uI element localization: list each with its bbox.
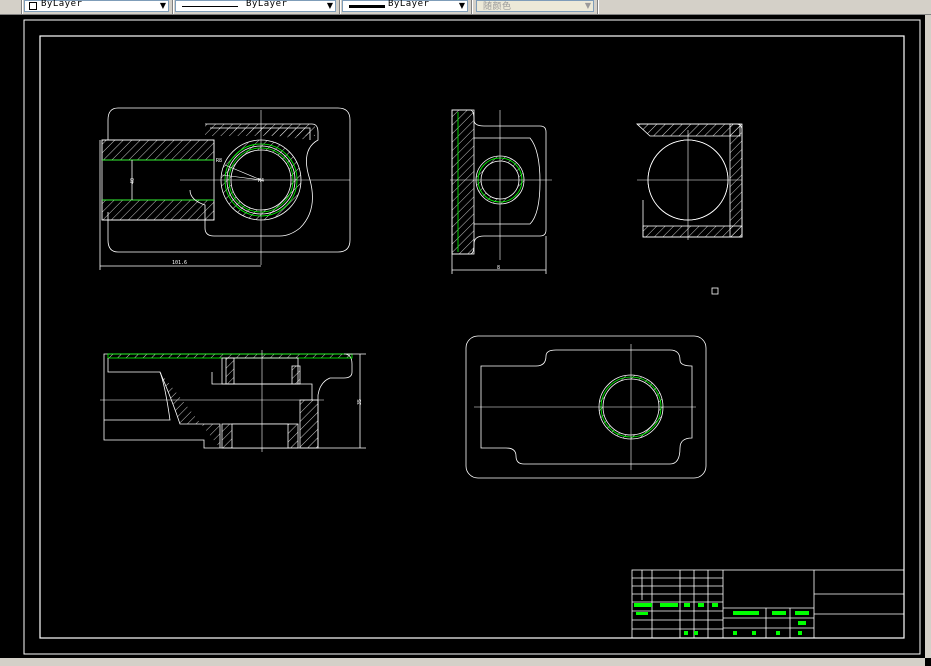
- color-swatch-icon: [29, 2, 37, 10]
- view-side: [450, 109, 552, 274]
- dim-side-width: 8: [497, 265, 500, 271]
- plotstyle-combo: 随颜色 ▼: [476, 0, 594, 12]
- linetype-combo[interactable]: ByLayer ▼: [175, 0, 336, 12]
- toolbar-separator: [172, 0, 174, 14]
- layer-color-combo[interactable]: ByLayer ▼: [24, 0, 169, 12]
- dim-radius-1: R8: [216, 158, 222, 164]
- chevron-down-icon: ▼: [584, 1, 591, 10]
- linetype-value: ByLayer: [246, 0, 288, 9]
- view-plan: [465, 335, 707, 479]
- plotstyle-value: 随颜色: [483, 2, 512, 12]
- horizontal-scrollbar[interactable]: [0, 658, 925, 666]
- toolbar-separator: [21, 0, 23, 14]
- view-right-section: [635, 123, 743, 240]
- properties-toolbar: ByLayer ▼ ByLayer ▼ ByLayer ▼ 随颜色 ▼: [0, 0, 931, 15]
- lineweight-preview-icon: [349, 5, 385, 8]
- view-front-section: [99, 107, 351, 270]
- toolbar-separator: [471, 0, 473, 14]
- dim-bottom-height: 35: [357, 399, 363, 405]
- view-bottom-section: [100, 350, 366, 452]
- lineweight-value: ByLayer: [388, 0, 430, 9]
- layer-color-value: ByLayer: [41, 0, 83, 9]
- toolbar-separator: [597, 0, 599, 14]
- dim-height: 40: [130, 178, 136, 184]
- cursor-pickbox: [711, 287, 719, 295]
- chevron-down-icon[interactable]: ▼: [459, 1, 465, 11]
- lineweight-combo[interactable]: ByLayer ▼: [342, 0, 468, 12]
- chevron-down-icon[interactable]: ▼: [160, 1, 166, 11]
- chevron-down-icon[interactable]: ▼: [327, 1, 333, 11]
- dim-radius-2: R4: [258, 178, 264, 184]
- dim-length: 101.6: [172, 260, 187, 266]
- toolbar-separator: [339, 0, 341, 14]
- vertical-scrollbar[interactable]: [925, 15, 931, 658]
- cad-drawing[interactable]: 101.6 40 R8 R4 8 35: [0, 15, 925, 658]
- linetype-preview-icon: [182, 6, 238, 7]
